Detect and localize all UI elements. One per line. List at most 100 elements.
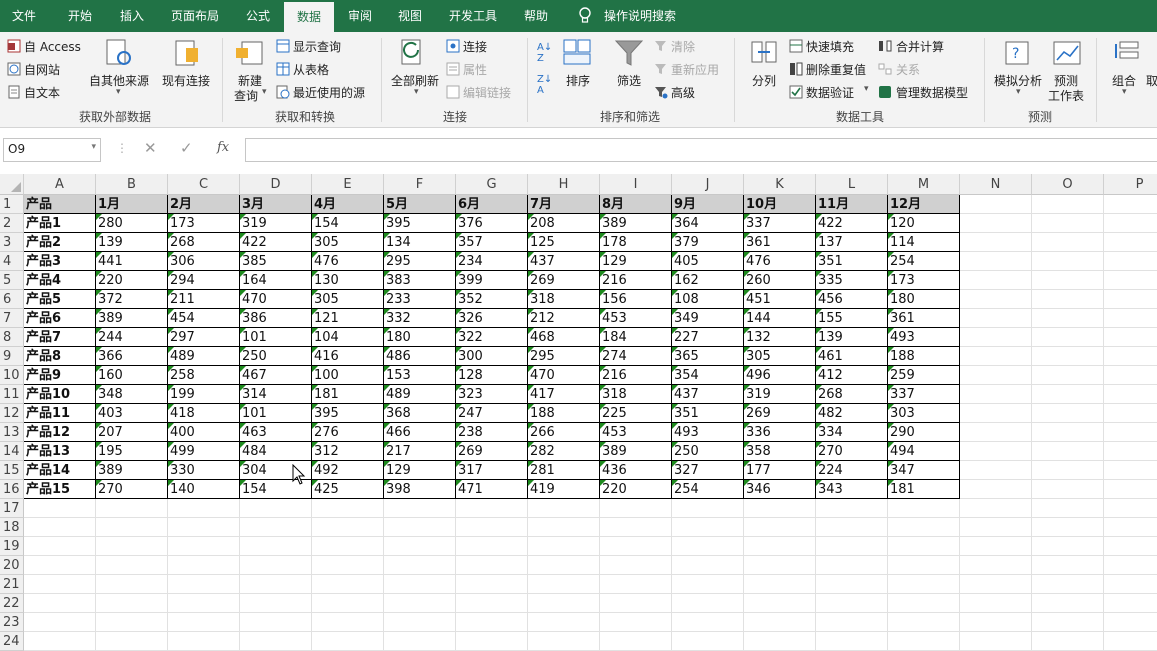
table-cell[interactable]: 181: [888, 480, 960, 499]
grid-cell[interactable]: [960, 347, 1032, 366]
table-cell[interactable]: 482: [816, 404, 888, 423]
grid-cell[interactable]: [456, 499, 528, 518]
table-cell[interactable]: 493: [888, 328, 960, 347]
data-validation-button[interactable]: 数据验证: [806, 84, 854, 101]
grid-cell[interactable]: [1104, 575, 1157, 594]
table-cell[interactable]: 244: [96, 328, 168, 347]
row-header-5[interactable]: 5: [0, 271, 24, 290]
column-header-n[interactable]: N: [960, 174, 1032, 195]
grid-cell[interactable]: [600, 613, 672, 632]
grid-cell[interactable]: [672, 594, 744, 613]
manage-data-model-button[interactable]: 管理数据模型: [896, 84, 968, 101]
grid-cell[interactable]: [240, 518, 312, 537]
grid-cell[interactable]: [384, 613, 456, 632]
grid-cell[interactable]: [1032, 404, 1104, 423]
grid-cell[interactable]: [1032, 328, 1104, 347]
table-cell[interactable]: 294: [168, 271, 240, 290]
row-header-10[interactable]: 10: [0, 366, 24, 385]
table-cell[interactable]: 437: [528, 252, 600, 271]
grid-cell[interactable]: [96, 613, 168, 632]
table-cell[interactable]: 155: [816, 309, 888, 328]
table-header-cell[interactable]: 7月: [528, 195, 600, 214]
grid-cell[interactable]: [960, 613, 1032, 632]
grid-cell[interactable]: [1032, 423, 1104, 442]
grid-cell[interactable]: [1104, 214, 1157, 233]
properties-button[interactable]: 属性: [463, 61, 487, 78]
table-cell[interactable]: 419: [528, 480, 600, 499]
table-cell[interactable]: 337: [888, 385, 960, 404]
grid-cell[interactable]: [1104, 518, 1157, 537]
grid-cell[interactable]: [960, 461, 1032, 480]
table-cell[interactable]: 211: [168, 290, 240, 309]
table-cell[interactable]: 395: [384, 214, 456, 233]
table-cell[interactable]: 254: [672, 480, 744, 499]
grid-cell[interactable]: [600, 575, 672, 594]
tab-page-layout[interactable]: 页面布局: [162, 0, 228, 32]
table-cell[interactable]: 303: [888, 404, 960, 423]
grid-cell[interactable]: [600, 594, 672, 613]
table-row-label[interactable]: 产品6: [24, 309, 96, 328]
column-header-p[interactable]: P: [1104, 174, 1157, 195]
table-cell[interactable]: 259: [888, 366, 960, 385]
grid-cell[interactable]: [1104, 499, 1157, 518]
table-cell[interactable]: 346: [744, 480, 816, 499]
table-cell[interactable]: 456: [816, 290, 888, 309]
table-cell[interactable]: 422: [816, 214, 888, 233]
table-cell[interactable]: 247: [456, 404, 528, 423]
column-header-c[interactable]: C: [168, 174, 240, 195]
grid-cell[interactable]: [888, 575, 960, 594]
grid-cell[interactable]: [1104, 366, 1157, 385]
column-header-k[interactable]: K: [744, 174, 816, 195]
table-cell[interactable]: 318: [528, 290, 600, 309]
grid-cell[interactable]: [1104, 556, 1157, 575]
grid-cell[interactable]: [960, 385, 1032, 404]
table-cell[interactable]: 250: [240, 347, 312, 366]
grid-cell[interactable]: [1032, 309, 1104, 328]
row-header-8[interactable]: 8: [0, 328, 24, 347]
formula-input[interactable]: [245, 138, 1157, 162]
grid-cell[interactable]: [168, 594, 240, 613]
table-cell[interactable]: 441: [96, 252, 168, 271]
table-header-cell[interactable]: 12月: [888, 195, 960, 214]
row-header-15[interactable]: 15: [0, 461, 24, 480]
table-cell[interactable]: 476: [312, 252, 384, 271]
grid-cell[interactable]: [24, 594, 96, 613]
table-cell[interactable]: 496: [744, 366, 816, 385]
grid-cell[interactable]: [816, 556, 888, 575]
grid-cell[interactable]: [528, 575, 600, 594]
table-cell[interactable]: 493: [672, 423, 744, 442]
grid-cell[interactable]: [960, 518, 1032, 537]
table-cell[interactable]: 323: [456, 385, 528, 404]
tab-formulas[interactable]: 公式: [234, 0, 282, 32]
table-row-label[interactable]: 产品10: [24, 385, 96, 404]
row-header-14[interactable]: 14: [0, 442, 24, 461]
grid-cell[interactable]: [24, 556, 96, 575]
grid-cell[interactable]: [960, 594, 1032, 613]
table-row-label[interactable]: 产品15: [24, 480, 96, 499]
row-header-19[interactable]: 19: [0, 537, 24, 556]
table-cell[interactable]: 476: [744, 252, 816, 271]
grid-cell[interactable]: [96, 556, 168, 575]
table-cell[interactable]: 389: [600, 442, 672, 461]
grid-cell[interactable]: [384, 632, 456, 651]
table-cell[interactable]: 139: [96, 233, 168, 252]
grid-cell[interactable]: [384, 575, 456, 594]
row-header-18[interactable]: 18: [0, 518, 24, 537]
sort-button[interactable]: 排序: [566, 72, 590, 89]
grid-cell[interactable]: [96, 594, 168, 613]
grid-cell[interactable]: [1104, 252, 1157, 271]
grid-cell[interactable]: [312, 499, 384, 518]
table-cell[interactable]: 295: [384, 252, 456, 271]
grid-cell[interactable]: [960, 404, 1032, 423]
grid-cell[interactable]: [1104, 195, 1157, 214]
table-cell[interactable]: 463: [240, 423, 312, 442]
consolidate-button[interactable]: 合并计算: [896, 38, 944, 55]
grid-cell[interactable]: [672, 632, 744, 651]
table-cell[interactable]: 125: [528, 233, 600, 252]
table-cell[interactable]: 318: [600, 385, 672, 404]
table-cell[interactable]: 494: [888, 442, 960, 461]
grid-cell[interactable]: [744, 632, 816, 651]
grid-cell[interactable]: [1032, 271, 1104, 290]
row-header-21[interactable]: 21: [0, 575, 24, 594]
grid-cell[interactable]: [888, 632, 960, 651]
